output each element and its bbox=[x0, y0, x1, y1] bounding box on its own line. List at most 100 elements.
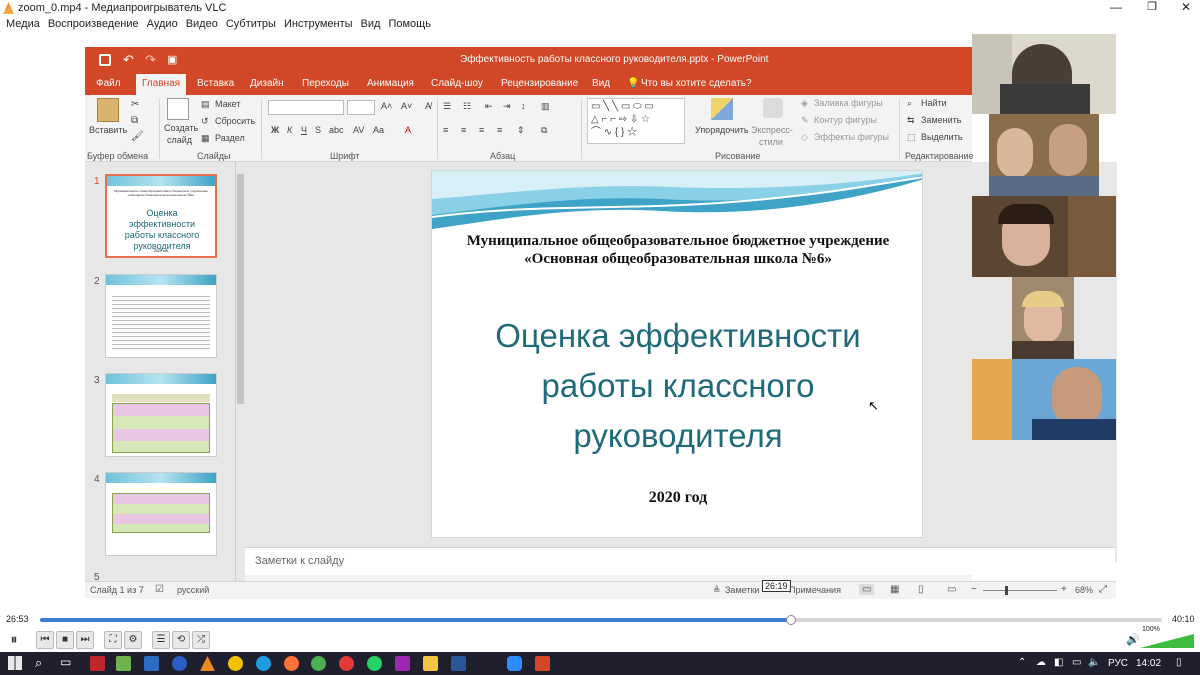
close-icon[interactable]: ✕ bbox=[1174, 0, 1198, 17]
tab-view[interactable]: Вид bbox=[592, 78, 610, 89]
search-icon[interactable]: ⌕ bbox=[35, 655, 42, 671]
notifications-icon[interactable]: ▯ bbox=[1176, 657, 1182, 668]
language-indicator[interactable]: русский bbox=[177, 585, 209, 595]
maximize-icon[interactable]: ❐ bbox=[1140, 0, 1164, 17]
paste-icon[interactable] bbox=[97, 98, 119, 122]
battery-icon[interactable]: ▭ bbox=[1072, 657, 1081, 668]
slide-thumbnail-3[interactable] bbox=[105, 373, 217, 457]
italic-button[interactable]: К bbox=[287, 125, 292, 135]
next-button[interactable]: ⏭ bbox=[76, 631, 94, 649]
volume-slider[interactable] bbox=[1140, 634, 1194, 648]
decrease-indent-icon[interactable]: ⇤ bbox=[485, 101, 493, 112]
menu-playback[interactable]: Воспроизведение bbox=[44, 17, 143, 31]
tab-review[interactable]: Рецензирование bbox=[501, 78, 578, 89]
smartart-icon[interactable]: ⧉ bbox=[541, 125, 547, 136]
menu-video[interactable]: Видео bbox=[182, 17, 222, 31]
tab-home[interactable]: Главная bbox=[136, 74, 187, 95]
zoom-icon[interactable] bbox=[507, 656, 522, 671]
numbering-icon[interactable]: ☷ bbox=[463, 101, 471, 112]
slide-thumbnail-1[interactable]: Муниципальное общеобразовательное бюджет… bbox=[105, 174, 217, 258]
zoom-in-icon[interactable]: + bbox=[1061, 584, 1067, 595]
new-slide-label-2[interactable]: слайд bbox=[167, 135, 192, 145]
redo-icon[interactable]: ↷ bbox=[145, 52, 156, 68]
previous-button[interactable]: ⏮ bbox=[36, 631, 54, 649]
folder-icon[interactable] bbox=[423, 656, 438, 671]
shape-outline-button[interactable]: Контур фигуры bbox=[814, 115, 877, 125]
reset-button[interactable]: Сбросить bbox=[215, 116, 255, 126]
shape-effects-button[interactable]: Эффекты фигуры bbox=[814, 132, 889, 142]
undo-icon[interactable]: ↶ bbox=[123, 52, 134, 68]
replace-button[interactable]: Заменить bbox=[921, 115, 961, 125]
menu-tools[interactable]: Инструменты bbox=[280, 17, 357, 31]
word-icon[interactable] bbox=[451, 656, 466, 671]
vlc-taskbar-icon[interactable] bbox=[200, 656, 215, 671]
app-icon[interactable] bbox=[90, 656, 105, 671]
tray-chevron-icon[interactable]: ⌃ bbox=[1018, 657, 1026, 668]
app-icon[interactable] bbox=[395, 656, 410, 671]
shuffle-button[interactable]: ⤮ bbox=[192, 631, 210, 649]
menu-media[interactable]: Медиа bbox=[2, 17, 44, 31]
spellcheck-icon[interactable]: ☑ bbox=[155, 584, 164, 595]
normal-view-icon[interactable]: ▭ bbox=[859, 584, 875, 595]
new-slide-icon[interactable] bbox=[167, 98, 189, 120]
pause-button[interactable]: ⏸ bbox=[6, 631, 22, 649]
layout-button[interactable]: Макет bbox=[215, 99, 240, 109]
speaker-icon[interactable]: 🔊 bbox=[1126, 633, 1140, 646]
cut-icon[interactable]: ✂ bbox=[131, 99, 139, 110]
tray-icon[interactable]: ◧ bbox=[1054, 657, 1063, 668]
chrome-icon[interactable] bbox=[311, 656, 326, 671]
slide-sorter-icon[interactable]: ▦ bbox=[890, 584, 899, 595]
shrink-font-icon[interactable]: A˅ bbox=[401, 101, 412, 111]
char-spacing-icon[interactable]: AV bbox=[353, 125, 364, 135]
new-slide-label-1[interactable]: Создать bbox=[164, 123, 198, 133]
seek-bar[interactable] bbox=[40, 615, 1162, 625]
menu-help[interactable]: Помощь bbox=[384, 17, 435, 31]
save-disk-icon[interactable] bbox=[144, 656, 159, 671]
change-case-icon[interactable]: Aa bbox=[373, 125, 384, 135]
yandex-icon[interactable] bbox=[339, 656, 354, 671]
tab-file[interactable]: Файл bbox=[96, 78, 121, 89]
seek-bar-handle[interactable] bbox=[785, 615, 796, 625]
notes-toggle[interactable]: Заметки bbox=[725, 585, 759, 595]
copy-icon[interactable]: ⧉ bbox=[131, 115, 138, 126]
shape-fill-button[interactable]: Заливка фигуры bbox=[814, 98, 883, 108]
arrange-icon[interactable] bbox=[711, 98, 733, 120]
firefox-icon[interactable] bbox=[284, 656, 299, 671]
align-center-icon[interactable]: ≡ bbox=[461, 125, 466, 135]
task-view-icon[interactable]: ▭ bbox=[60, 655, 71, 669]
text-direction-icon[interactable]: ⇕ bbox=[517, 125, 525, 136]
shapes-gallery[interactable]: ▭ ╲ ╲ ▭ ⬭ ▭ △ ⌐ ⌐ ⇨ ⇩ ☆ ⌒ ∿ { } ☆ bbox=[587, 98, 685, 144]
zoom-slider-thumb[interactable] bbox=[1005, 586, 1008, 595]
bold-button[interactable]: Ж bbox=[271, 125, 279, 135]
tab-insert[interactable]: Вставка bbox=[197, 78, 234, 89]
select-button[interactable]: Выделить bbox=[921, 132, 963, 142]
extended-settings-button[interactable]: ⚙ bbox=[124, 631, 142, 649]
start-icon[interactable] bbox=[8, 656, 22, 670]
columns-icon[interactable]: ▥ bbox=[541, 101, 550, 112]
font-color-icon[interactable]: A bbox=[405, 125, 411, 135]
start-slideshow-icon[interactable]: ▣ bbox=[167, 53, 177, 66]
stop-button[interactable]: ■ bbox=[56, 631, 74, 649]
notes-pane[interactable]: Заметки к слайду bbox=[245, 547, 1115, 575]
quick-styles-label-2[interactable]: стили bbox=[759, 137, 783, 147]
volume-tray-icon[interactable]: 🔈 bbox=[1088, 657, 1100, 668]
reading-view-icon[interactable]: ▯ bbox=[918, 584, 924, 595]
tab-transitions[interactable]: Переходы bbox=[302, 78, 349, 89]
menu-view[interactable]: Вид bbox=[357, 17, 385, 31]
app-icon[interactable] bbox=[228, 656, 243, 671]
notes-placeholder[interactable]: Заметки к слайду bbox=[255, 555, 344, 567]
keyboard-language[interactable]: РУС bbox=[1108, 658, 1128, 669]
tray-icon[interactable]: ☁ bbox=[1036, 657, 1046, 668]
powerpoint-icon[interactable] bbox=[535, 656, 550, 671]
bullets-icon[interactable]: ☰ bbox=[443, 101, 451, 112]
slide-thumbnail-2[interactable] bbox=[105, 274, 217, 358]
font-size-combo[interactable] bbox=[347, 100, 375, 115]
minimize-icon[interactable]: — bbox=[1104, 0, 1128, 17]
loop-button[interactable]: ⟲ bbox=[172, 631, 190, 649]
slideshow-view-icon[interactable]: ▭ bbox=[947, 584, 956, 595]
tab-animations[interactable]: Анимация bbox=[367, 78, 414, 89]
whatsapp-icon[interactable] bbox=[367, 656, 382, 671]
current-slide[interactable]: Муниципальное общеобразовательное бюджет… bbox=[431, 170, 923, 538]
tab-slideshow[interactable]: Слайд-шоу bbox=[431, 78, 483, 89]
arrange-button[interactable]: Упорядочить bbox=[695, 125, 749, 135]
